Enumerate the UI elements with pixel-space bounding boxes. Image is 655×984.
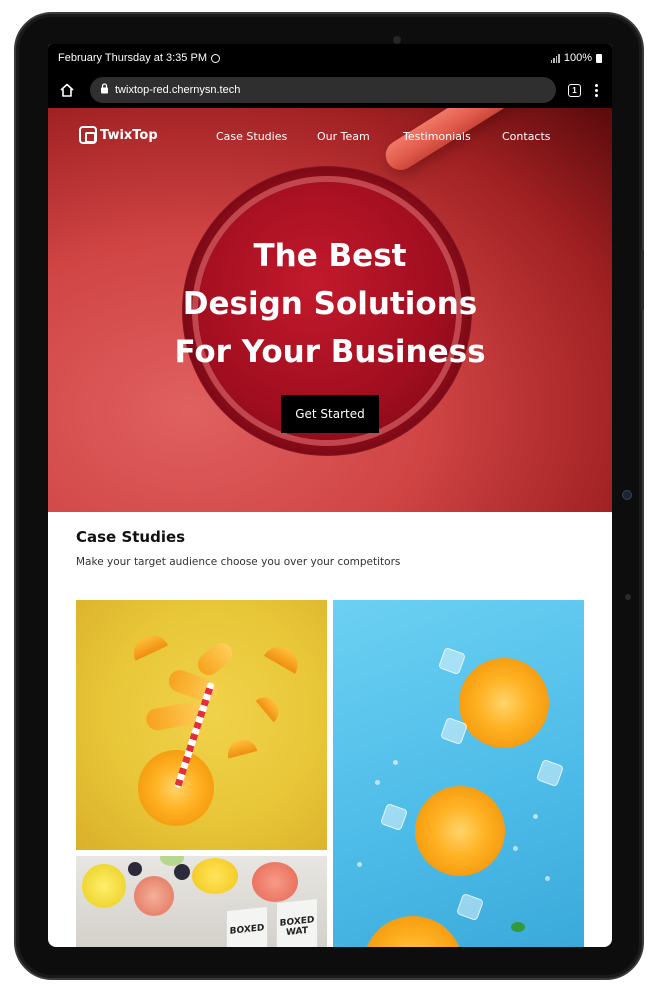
nav-case-studies[interactable]: Case Studies xyxy=(216,130,287,143)
battery-icon xyxy=(596,53,602,63)
grapefruit xyxy=(252,862,298,902)
nav-our-team[interactable]: Our Team xyxy=(317,130,370,143)
water-drop xyxy=(513,846,518,851)
browser-toolbar: twixtop-red.chernysn.tech 1 xyxy=(48,72,612,108)
lock-icon xyxy=(100,83,109,97)
url-text: twixtop-red.chernysn.tech xyxy=(115,84,241,96)
screen: February Thursday at 3:35 PM 100% twixto… xyxy=(48,44,612,947)
case-studies-section: Case Studies Make your target audience c… xyxy=(76,528,584,568)
orange-peel xyxy=(193,638,237,680)
get-started-button[interactable]: Get Started xyxy=(281,395,379,433)
hero-section: TwixTop Case Studies Our Team Testimonia… xyxy=(48,108,612,512)
water-carton: BOXED xyxy=(226,905,268,947)
lemon xyxy=(82,864,126,908)
orange-slice xyxy=(459,658,549,748)
overflow-menu-icon[interactable] xyxy=(595,83,598,97)
grapefruit xyxy=(134,876,174,916)
status-datetime: February Thursday at 3:35 PM xyxy=(58,52,207,64)
water-drop xyxy=(375,780,380,785)
volume-button xyxy=(641,250,644,310)
camera-sensor xyxy=(622,490,632,500)
status-bar: February Thursday at 3:35 PM 100% xyxy=(48,44,612,72)
orange-slice xyxy=(363,916,463,947)
site-logo[interactable]: TwixTop xyxy=(79,126,158,144)
battery-percent: 100% xyxy=(563,52,592,64)
signal-icon xyxy=(550,53,560,63)
orange-wedge xyxy=(263,640,305,674)
logo-icon xyxy=(79,126,97,144)
address-bar[interactable]: twixtop-red.chernysn.tech xyxy=(90,77,556,103)
orange-wedge xyxy=(127,629,169,661)
hero-line-1: The Best xyxy=(253,238,407,274)
notification-icon xyxy=(210,53,220,63)
ice-cube xyxy=(535,758,565,788)
orange-wedge xyxy=(224,736,258,759)
ice-cube xyxy=(437,646,467,676)
water-drop xyxy=(545,876,550,881)
logo-text: TwixTop xyxy=(100,127,158,143)
home-icon[interactable] xyxy=(56,79,78,101)
mint-leaf xyxy=(511,922,525,932)
section-title: Case Studies xyxy=(76,528,186,546)
blackberry xyxy=(128,862,142,876)
case-study-boxed-water-image[interactable]: BOXED BOXED WAT xyxy=(76,856,327,947)
case-study-oranges-ice-image[interactable] xyxy=(333,600,584,947)
water-drop xyxy=(533,814,538,819)
orange-half xyxy=(138,750,214,826)
blackberry xyxy=(174,864,190,880)
section-subtitle: Make your target audience choose you ove… xyxy=(76,556,401,568)
nav-contacts[interactable]: Contacts xyxy=(502,130,551,143)
ice-cube xyxy=(379,802,409,832)
tabs-icon[interactable]: 1 xyxy=(568,83,581,97)
water-drop xyxy=(393,760,398,765)
water-drop xyxy=(357,862,362,867)
hero-heading: The Best Design Solutions For Your Busin… xyxy=(48,232,612,376)
hero-line-3: For Your Business xyxy=(174,334,486,370)
nav-testimonials[interactable]: Testimonials xyxy=(403,130,471,143)
mic-hole xyxy=(625,594,631,600)
orange-wedge xyxy=(255,691,285,723)
ice-cube xyxy=(455,892,485,922)
front-camera xyxy=(393,36,401,44)
site-navbar: TwixTop Case Studies Our Team Testimonia… xyxy=(48,108,612,168)
case-study-orange-peel-image[interactable] xyxy=(76,600,327,850)
water-carton: BOXED WAT xyxy=(276,897,318,947)
hero-line-2: Design Solutions xyxy=(182,286,478,322)
orange-slice xyxy=(415,786,505,876)
lemon xyxy=(192,858,238,894)
